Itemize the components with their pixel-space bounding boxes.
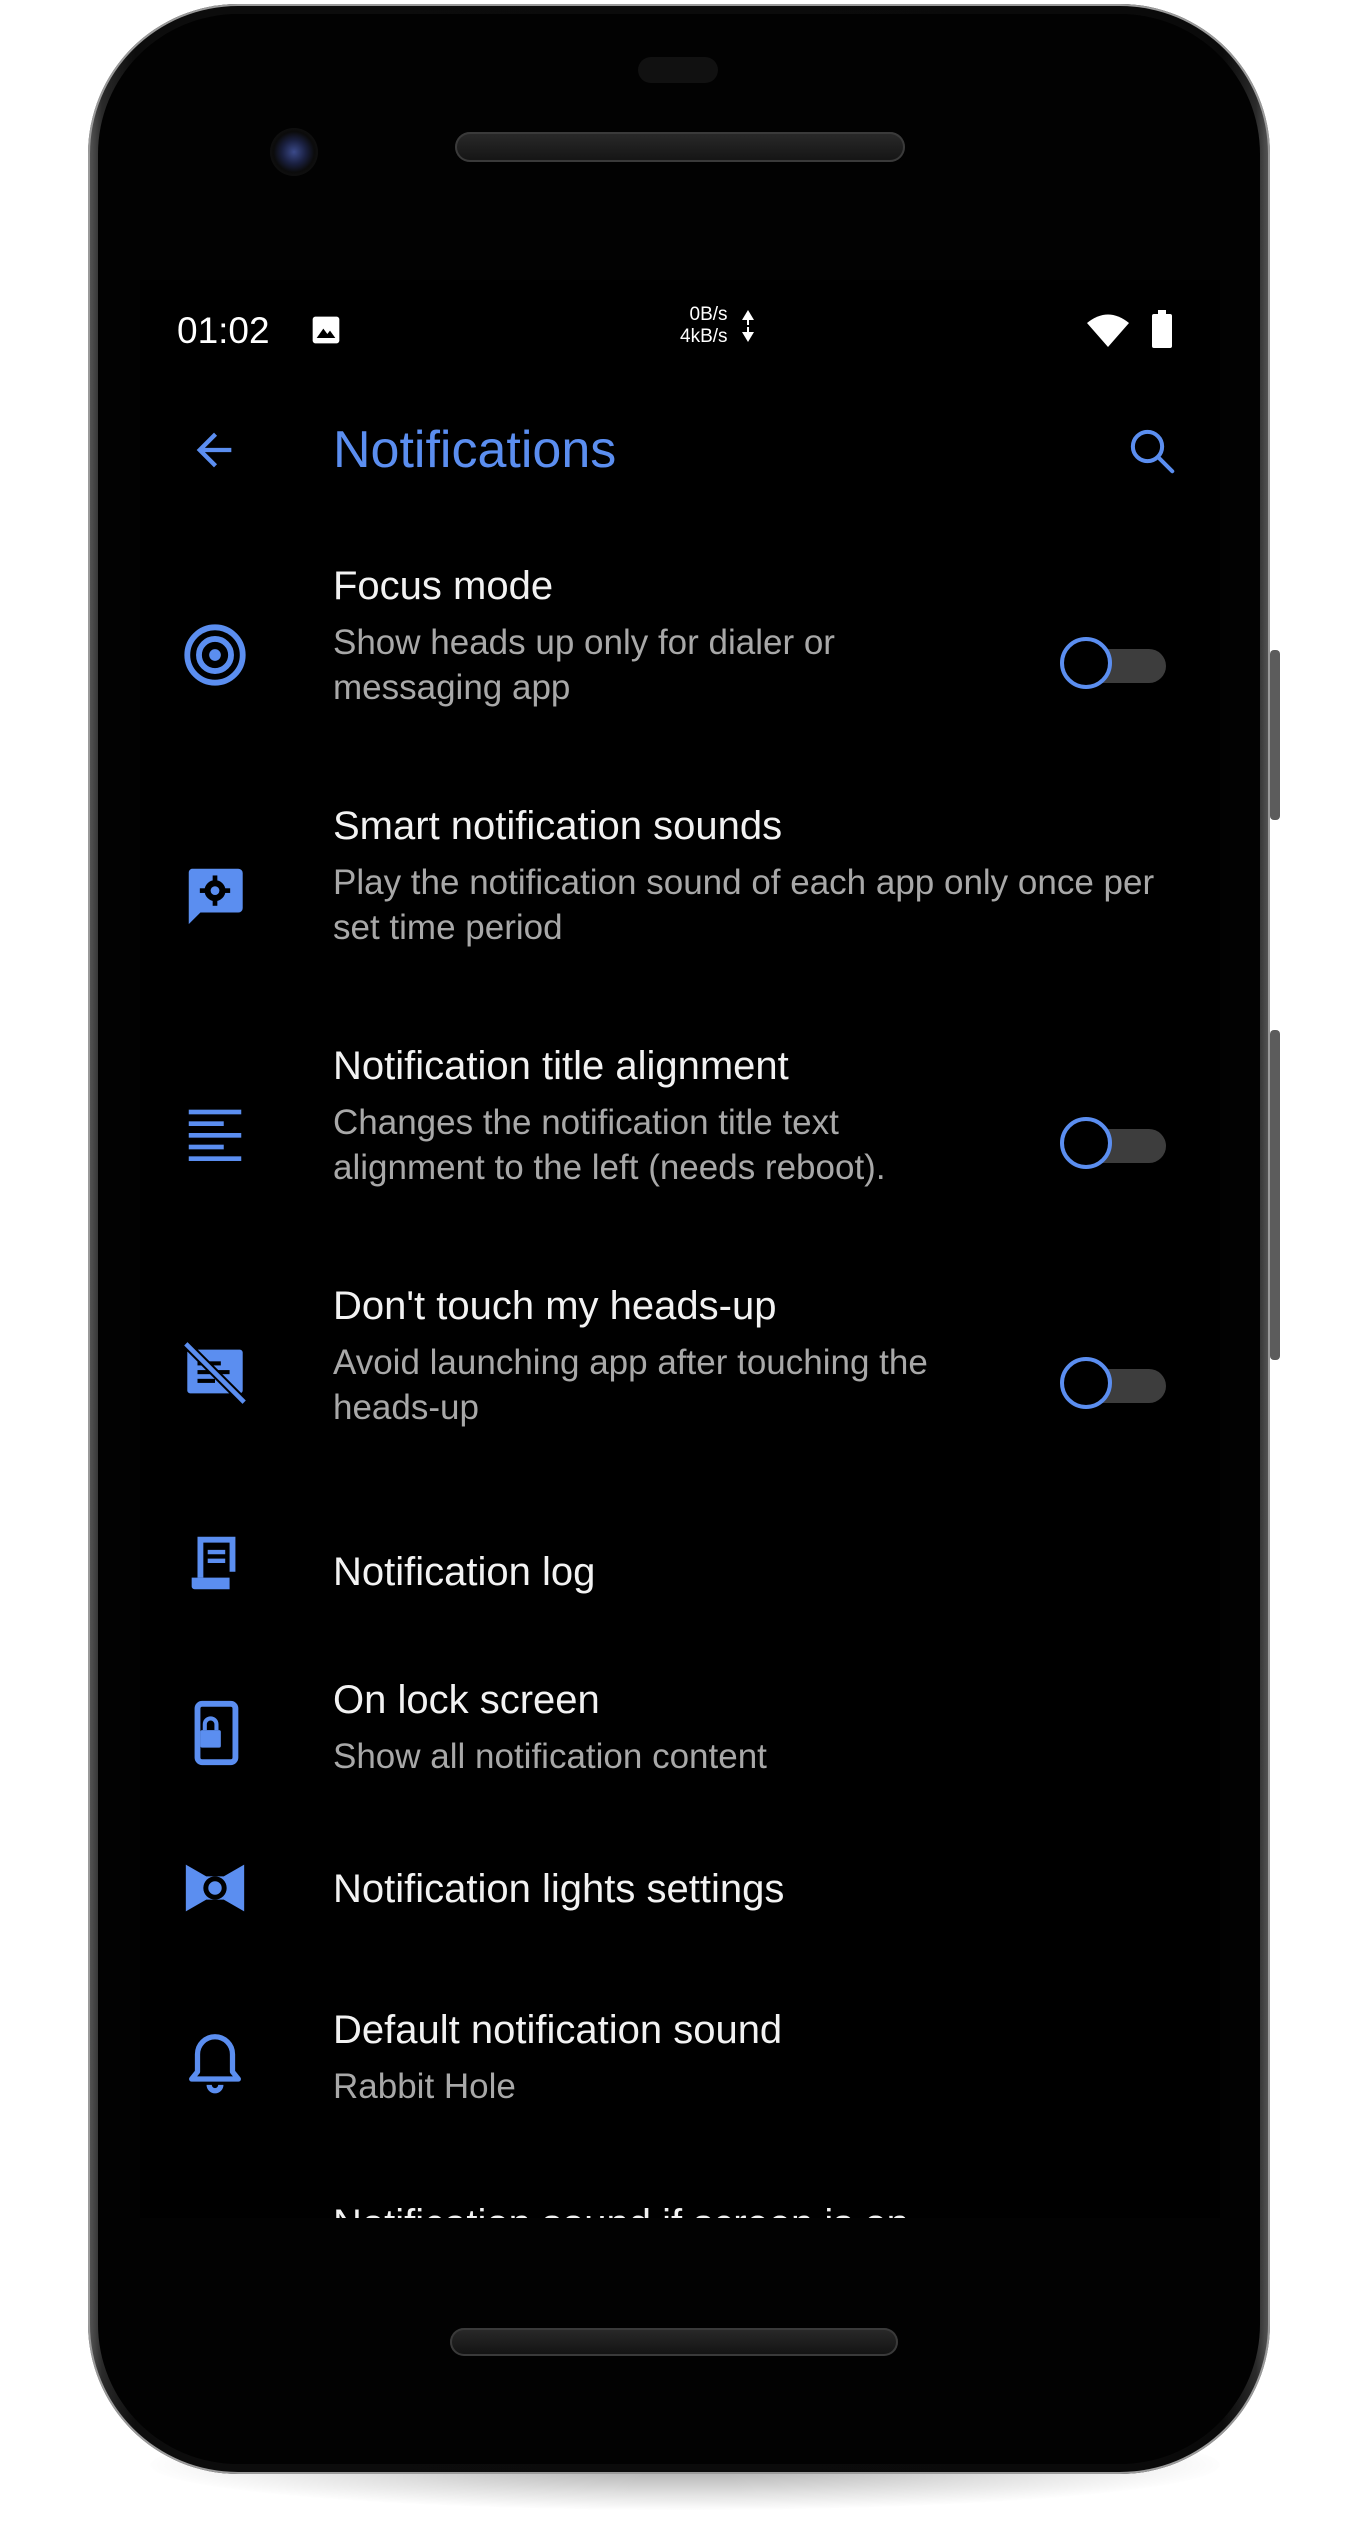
setting-title-alignment[interactable]: Notification title alignment Changes the… [140, 1030, 1220, 1250]
log-icon [191, 1536, 236, 1590]
image-icon [312, 316, 340, 344]
bell-icon [189, 2034, 241, 2094]
target-icon [184, 624, 246, 686]
net-upload: 0B/s [689, 304, 728, 325]
align-left-icon [188, 1109, 242, 1161]
search-icon[interactable] [1125, 424, 1179, 478]
bottom-speaker [450, 2328, 898, 2356]
setting-focus-mode[interactable]: Focus mode Show heads up only for dialer… [140, 550, 1220, 770]
network-speed: 0B/s 4kB/s [680, 304, 728, 348]
toolbar: Notifications [140, 390, 1220, 510]
setting-title-partial[interactable]: Notification sound if screen is on [333, 2202, 909, 2218]
power-button [1270, 650, 1280, 820]
wifi-icon [1087, 314, 1129, 347]
setting-title: On lock screen [333, 1678, 600, 1722]
setting-subtitle: Play the notification sound of each app … [333, 863, 1155, 947]
page-title: Notifications [333, 421, 617, 479]
earpiece-speaker [455, 132, 905, 162]
setting-subtitle: Rabbit Hole [333, 2067, 516, 2106]
status-time: 01:02 [177, 310, 270, 351]
net-download: 4kB/s [680, 326, 728, 347]
setting-notification-log[interactable]: Notification log [140, 1510, 1220, 1640]
setting-dont-touch-heads-up[interactable]: Don't touch my heads-up Avoid launching … [140, 1270, 1220, 1490]
volume-button [1270, 1030, 1280, 1360]
focus-mode-toggle[interactable] [1060, 635, 1170, 695]
network-arrows-icon [742, 310, 754, 342]
setting-title: Focus mode [333, 564, 554, 608]
front-camera [270, 128, 318, 176]
setting-smart-notification-sounds[interactable]: Smart notification sounds Play the notif… [140, 790, 1220, 1010]
setting-title: Don't touch my heads-up [333, 1284, 777, 1328]
title-alignment-toggle[interactable] [1060, 1115, 1170, 1175]
setting-on-lock-screen[interactable]: On lock screen Show all notification con… [140, 1650, 1220, 1810]
lights-icon [185, 1864, 245, 1912]
screen: 01:02 0B/s 4kB/s Notifications Focus mod… [140, 280, 1220, 2218]
setting-default-notification-sound[interactable]: Default notification sound Rabbit Hole [140, 1980, 1220, 2140]
toggle-thumb [1060, 637, 1112, 689]
top-slot [638, 57, 718, 83]
setting-title: Default notification sound [333, 2008, 783, 2052]
dont-touch-toggle[interactable] [1060, 1355, 1170, 1415]
toggle-thumb [1060, 1357, 1112, 1409]
status-bar: 01:02 0B/s 4kB/s [140, 280, 1220, 380]
setting-title: Notification title alignment [333, 1044, 789, 1088]
setting-title: Notification log [333, 1550, 596, 1594]
setting-subtitle: Changes the notification title text alig… [333, 1103, 886, 1187]
setting-subtitle: Avoid launching app after touching the h… [333, 1343, 928, 1427]
setting-subtitle: Show heads up only for dialer or messagi… [333, 623, 835, 707]
battery-icon [1152, 310, 1172, 348]
setting-title: Notification lights settings [333, 1867, 785, 1911]
setting-subtitle: Show all notification content [333, 1737, 767, 1776]
phone-lock-icon [194, 1700, 239, 1766]
setting-notification-lights[interactable]: Notification lights settings [140, 1835, 1220, 1955]
no-touch-icon [182, 1340, 248, 1406]
arrow-left-icon[interactable] [188, 424, 240, 476]
setting-title: Smart notification sounds [333, 804, 783, 848]
message-settings-icon [188, 868, 243, 925]
toggle-thumb [1060, 1117, 1112, 1169]
